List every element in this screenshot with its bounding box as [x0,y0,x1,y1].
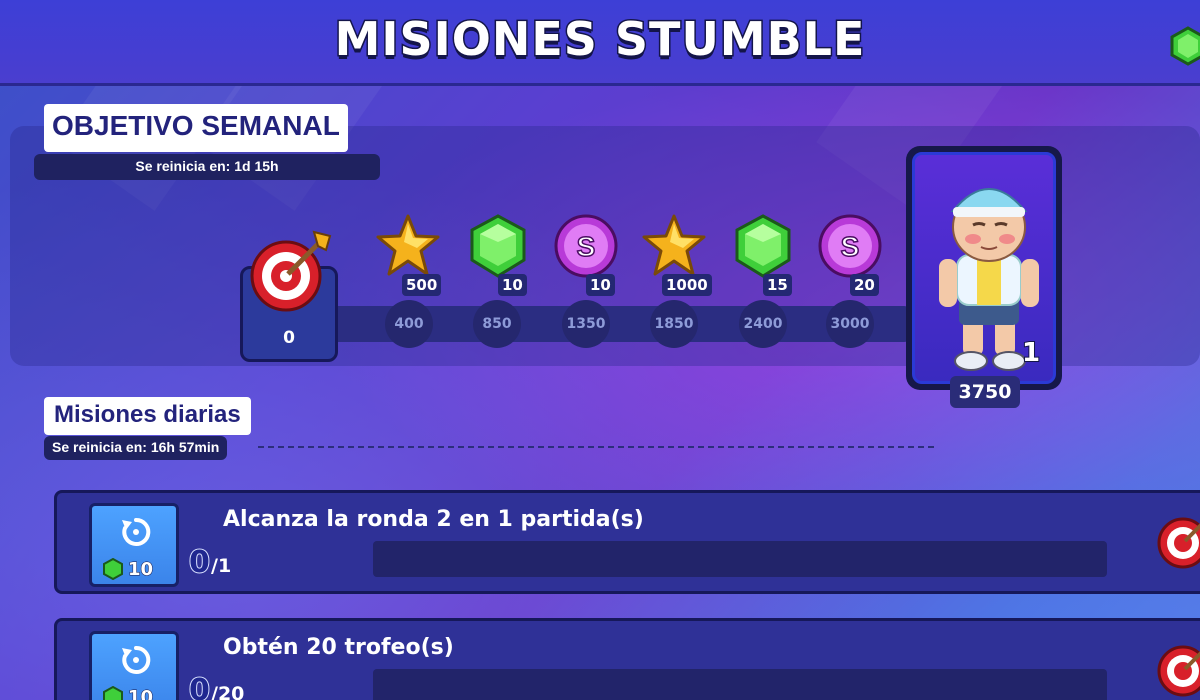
svg-text:S: S [577,231,596,262]
star-icon[interactable] [374,212,442,280]
weekly-reset-timer: Se reinicia en: 1d 15h [34,154,380,180]
gem-icon[interactable] [729,212,797,280]
mission-progress-total: /20 [211,683,245,700]
mission-progress-current: 0 [188,544,211,581]
target-icon [1157,517,1200,569]
svg-text:S: S [841,231,860,262]
gem-icon [103,558,123,580]
star-icon[interactable] [640,212,708,280]
mission-progress-total: /1 [211,555,232,577]
stumble-token-icon[interactable]: S [552,212,620,280]
page-title: MISIONES STUMBLE [333,11,866,68]
milestone-label: 400 [394,316,424,332]
reward-amount: 20 [850,274,879,296]
refresh-cost: 10 [127,559,154,581]
mission-progress-bar [373,541,1107,577]
refresh-cost: 10 [127,687,154,700]
milestone-label: 3000 [830,316,870,332]
mission-progress-current: 0 [188,672,211,700]
refresh-icon [122,645,151,674]
stumble-token-icon[interactable]: S [816,212,884,280]
section-divider [258,446,934,448]
weekly-points-value: 0 [283,328,295,348]
refresh-mission-button[interactable]: 10 [89,503,179,587]
reward-amount: 10 [586,274,615,296]
gem-icon[interactable] [1168,26,1200,66]
character-milestone-label: 3750 [950,376,1020,408]
mission-card: 10 Obtén 20 trofeo(s) 0 /20 [54,618,1200,700]
mission-description: Alcanza la ronda 2 en 1 partida(s) [223,507,644,532]
milestone-label: 850 [482,316,512,332]
target-icon [250,230,332,312]
gem-icon[interactable] [464,212,532,280]
reward-amount: 10 [498,274,527,296]
header-bar: MISIONES STUMBLE [0,0,1200,86]
reward-amount: 15 [763,274,792,296]
character-reward-count: 1 [1021,337,1041,369]
target-icon [1157,645,1200,697]
reward-amount: 500 [402,274,442,296]
milestone-label: 1350 [566,316,606,332]
gem-icon [103,686,123,700]
mission-card: 10 Alcanza la ronda 2 en 1 partida(s) 0 … [54,490,1200,594]
refresh-icon [122,517,151,546]
mission-description: Obtén 20 trofeo(s) [223,635,454,660]
daily-missions-title: Misiones diarias [44,397,251,435]
reward-amount: 1000 [662,274,712,296]
milestone-label: 1850 [654,316,694,332]
refresh-mission-button[interactable]: 10 [89,631,179,700]
mission-progress-bar [373,669,1107,700]
milestone-label: 2400 [743,316,783,332]
weekly-objective-title: OBJETIVO SEMANAL [44,104,348,152]
daily-reset-timer: Se reinicia en: 16h 57min [44,436,228,460]
